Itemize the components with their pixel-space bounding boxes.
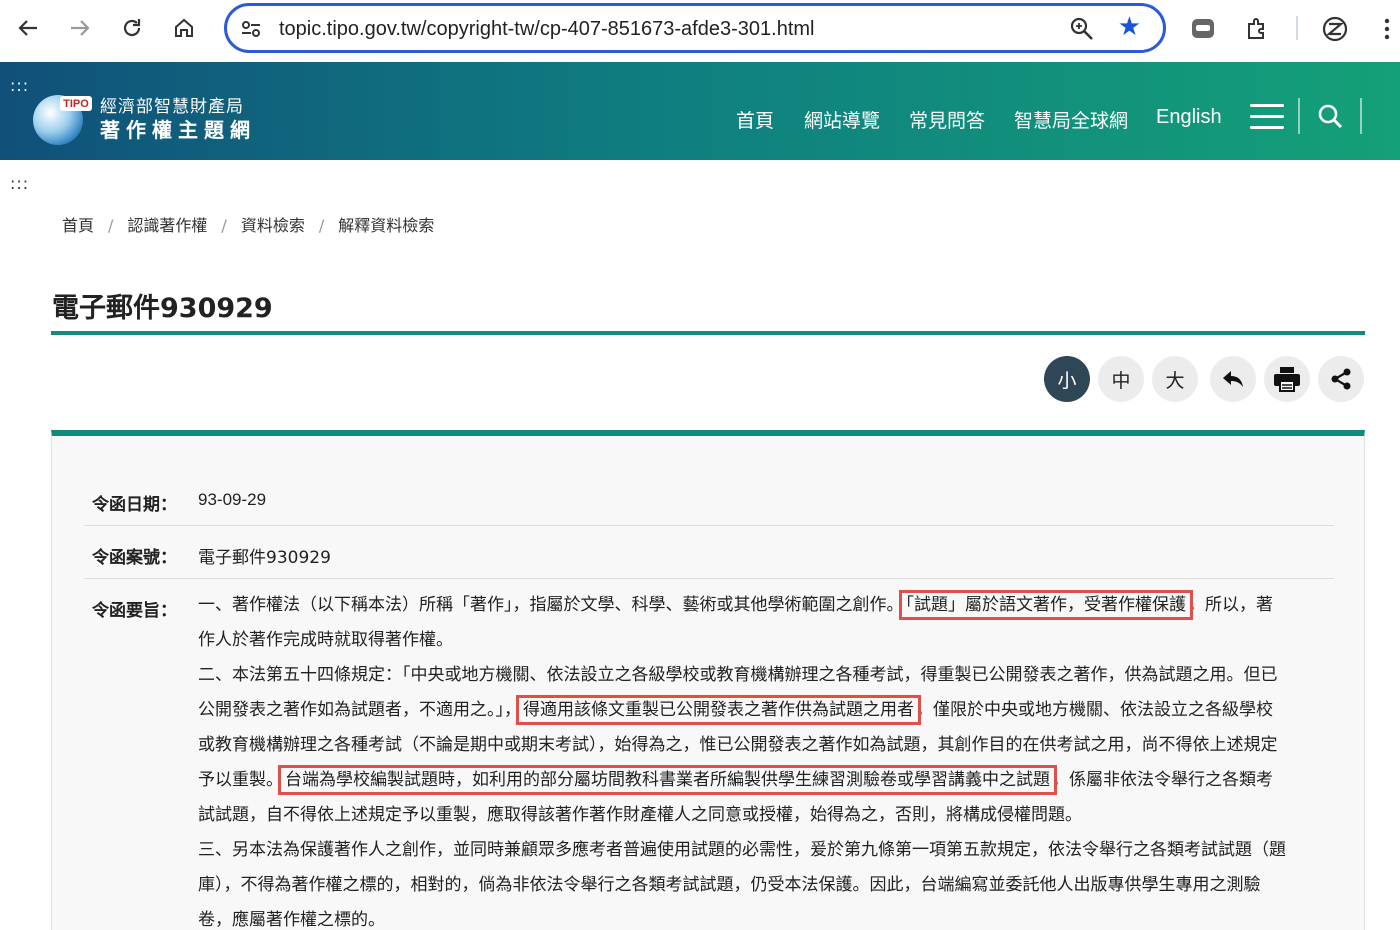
ruling-number-value: 電子郵件930929 [198, 548, 331, 568]
nav-sitemap[interactable]: 網站導覽 [804, 106, 880, 133]
row-divider [84, 525, 1334, 526]
header-divider [1298, 98, 1300, 134]
logo-badge-text: TIPO [63, 98, 89, 110]
summary-text: 或教育機構辦理之各種考試（不論是期中或期末考試），始得為之，惟已公開發表之著作如… [198, 735, 1278, 755]
logo-site-name: 著作權主題網 [100, 118, 256, 142]
row-divider [84, 578, 1334, 579]
url-text: topic.tipo.gov.tw/copyright-tw/cp-407-85… [279, 18, 815, 40]
summary-text: 卷，應屬著作權之標的。 [198, 910, 385, 930]
summary-line: 予以重製。 台端為學校編製試題時，如利用的部分屬坊間教科書業者所編製供學生練習測驗… [198, 763, 1338, 798]
summary-line: 二、本法第五十四條規定：「中央或地方機關、依法設立之各級學校或教育機構辦理之各種… [198, 658, 1338, 693]
breadcrumb-interpretation-search[interactable]: 解釋資料檢索 [338, 216, 434, 235]
summary-line: 庫），不得為著作權之標的，相對的，倘為非依法令舉行之各類考試試題，仍受本法保護。… [198, 868, 1338, 903]
font-size-small-button[interactable]: 小 [1044, 356, 1090, 402]
reload-icon[interactable] [116, 12, 148, 44]
search-icon[interactable] [1316, 102, 1344, 130]
hamburger-menu-icon[interactable] [1250, 104, 1284, 130]
header-divider-right [1360, 98, 1362, 134]
ruling-summary-label: 令函要旨： [92, 601, 177, 621]
share-icon [1331, 368, 1351, 390]
breadcrumb-separator: / [318, 216, 325, 235]
back-icon[interactable] [12, 12, 44, 44]
content-accesskey-marker[interactable]: ::: [10, 174, 29, 193]
summary-line: 三、另本法為保護著作人之創作，並同時兼顧眾多應考者普遍使用試題的必需性，爰於第九… [198, 833, 1338, 868]
font-size-large-button[interactable]: 大 [1152, 356, 1198, 402]
summary-text: ，所以，著 [1188, 595, 1273, 615]
breadcrumb-separator: / [221, 216, 227, 235]
print-button[interactable] [1264, 356, 1310, 402]
summary-text: 作人於著作完成時就取得著作權。 [198, 630, 453, 650]
summary-text: 庫），不得為著作權之標的，相對的，倘為非依法令舉行之各類考試試題，仍受本法保護。… [198, 875, 1261, 895]
forward-icon[interactable] [64, 12, 96, 44]
summary-line: 公開發表之著作如為試題者，不適用之。」， 得適用該條文重製已公開發表之著作供為試題… [198, 693, 1338, 728]
ruling-date-value: 93-09-29 [198, 490, 267, 509]
printer-icon [1274, 367, 1300, 392]
summary-text: 試試題，自不得依上述規定予以重製，應取得該著作著作財產權人之同意或授權，始得為之… [198, 805, 1082, 825]
home-icon[interactable] [168, 12, 200, 44]
summary-line: 試試題，自不得依上述規定予以重製，應取得該著作著作財產權人之同意或授權，始得為之… [198, 798, 1338, 833]
summary-line: 作人於著作完成時就取得著作權。 [198, 623, 1338, 658]
summary-text: 二、本法第五十四條規定：「中央或地方機關、依法設立之各級學校或教育機構辦理之各種… [198, 665, 1278, 685]
reply-arrow-icon [1223, 371, 1243, 387]
summary-line: 或教育機構辦理之各種考試（不論是期中或期末考試），始得為之，惟已公開發表之著作如… [198, 728, 1338, 763]
highlighted-phrase: 台端為學校編製試題時，如利用的部分屬坊間教科書業者所編製供學生練習測驗卷或學習講… [278, 765, 1057, 795]
bookmark-star-icon[interactable]: ★ [1118, 14, 1141, 40]
share-button[interactable] [1318, 356, 1364, 402]
breadcrumb-about-copyright[interactable]: 認識著作權 [127, 216, 207, 235]
profile-extension-icon[interactable] [1318, 12, 1352, 46]
ruling-detail-panel: 令函日期： 93-09-29 令函案號： 電子郵件930929 令函要旨： 一、… [51, 430, 1365, 930]
toolbar-separator [1296, 16, 1298, 40]
ruling-number-label: 令函案號： [92, 548, 177, 568]
highlighted-phrase: 得適用該條文重製已公開發表之著作供為試題之用者 [516, 695, 921, 725]
highlighted-phrase: 「試題」屬於語文著作，受著作權保護 [898, 590, 1193, 620]
extensions-puzzle-icon[interactable] [1240, 12, 1274, 46]
breadcrumb-home[interactable]: 首頁 [62, 216, 94, 235]
nav-global-site[interactable]: 智慧局全球網 [1014, 106, 1128, 133]
nav-home[interactable]: 首頁 [736, 106, 774, 133]
summary-text: 一、著作權法（以下稱本法）所稱「著作」，指屬於文學、科學、藝術或其他學術範圍之創… [198, 595, 904, 615]
ruling-date-label: 令函日期： [92, 495, 177, 515]
browser-toolbar: topic.tipo.gov.tw/copyright-tw/cp-407-85… [0, 0, 1400, 60]
summary-text: ，係屬非依法令舉行之各類考 [1052, 770, 1273, 790]
nav-faq[interactable]: 常見問答 [909, 106, 985, 133]
summary-text: 三、另本法為保護著作人之創作，並同時兼顧眾多應考者普遍使用試題的必需性，爰於第九… [198, 840, 1286, 860]
ruling-summary-text: 一、著作權法（以下稱本法）所稱「著作」，指屬於文學、科學、藝術或其他學術範圍之創… [198, 588, 1338, 930]
site-settings-icon[interactable] [239, 17, 263, 41]
site-header: ::: TIPO 經濟部智慧財產局 著作權主題網 首頁 網站導覽 常見問答 智慧… [0, 62, 1400, 160]
page-title: 電子郵件930929 [52, 293, 273, 324]
breadcrumb-separator: / [108, 216, 114, 235]
line-extension-icon[interactable] [1186, 12, 1220, 46]
summary-text: 予以重製。 [198, 770, 283, 790]
accesskey-marker[interactable]: ::: [10, 76, 29, 95]
breadcrumb-data-search[interactable]: 資料檢索 [241, 216, 305, 235]
zoom-icon[interactable] [1069, 16, 1095, 42]
breadcrumb: 首頁 / 認識著作權 / 資料檢索 / 解釋資料檢索 [62, 212, 434, 236]
nav-english[interactable]: English [1156, 106, 1222, 129]
back-button[interactable] [1210, 356, 1256, 402]
more-menu-icon[interactable] [1370, 12, 1400, 46]
summary-line: 一、著作權法（以下稱本法）所稱「著作」，指屬於文學、科學、藝術或其他學術範圍之創… [198, 588, 1338, 623]
summary-text: 公開發表之著作如為試題者，不適用之。」， [198, 700, 521, 720]
title-underline [51, 331, 1365, 335]
font-size-medium-button[interactable]: 中 [1098, 356, 1144, 402]
tipo-logo-icon[interactable]: TIPO [30, 90, 92, 146]
summary-text: ，僅限於中央或地方機關、依法設立之各級學校 [916, 700, 1273, 720]
address-bar[interactable]: topic.tipo.gov.tw/copyright-tw/cp-407-85… [224, 3, 1166, 53]
summary-line: 卷，應屬著作權之標的。 [198, 903, 1338, 930]
